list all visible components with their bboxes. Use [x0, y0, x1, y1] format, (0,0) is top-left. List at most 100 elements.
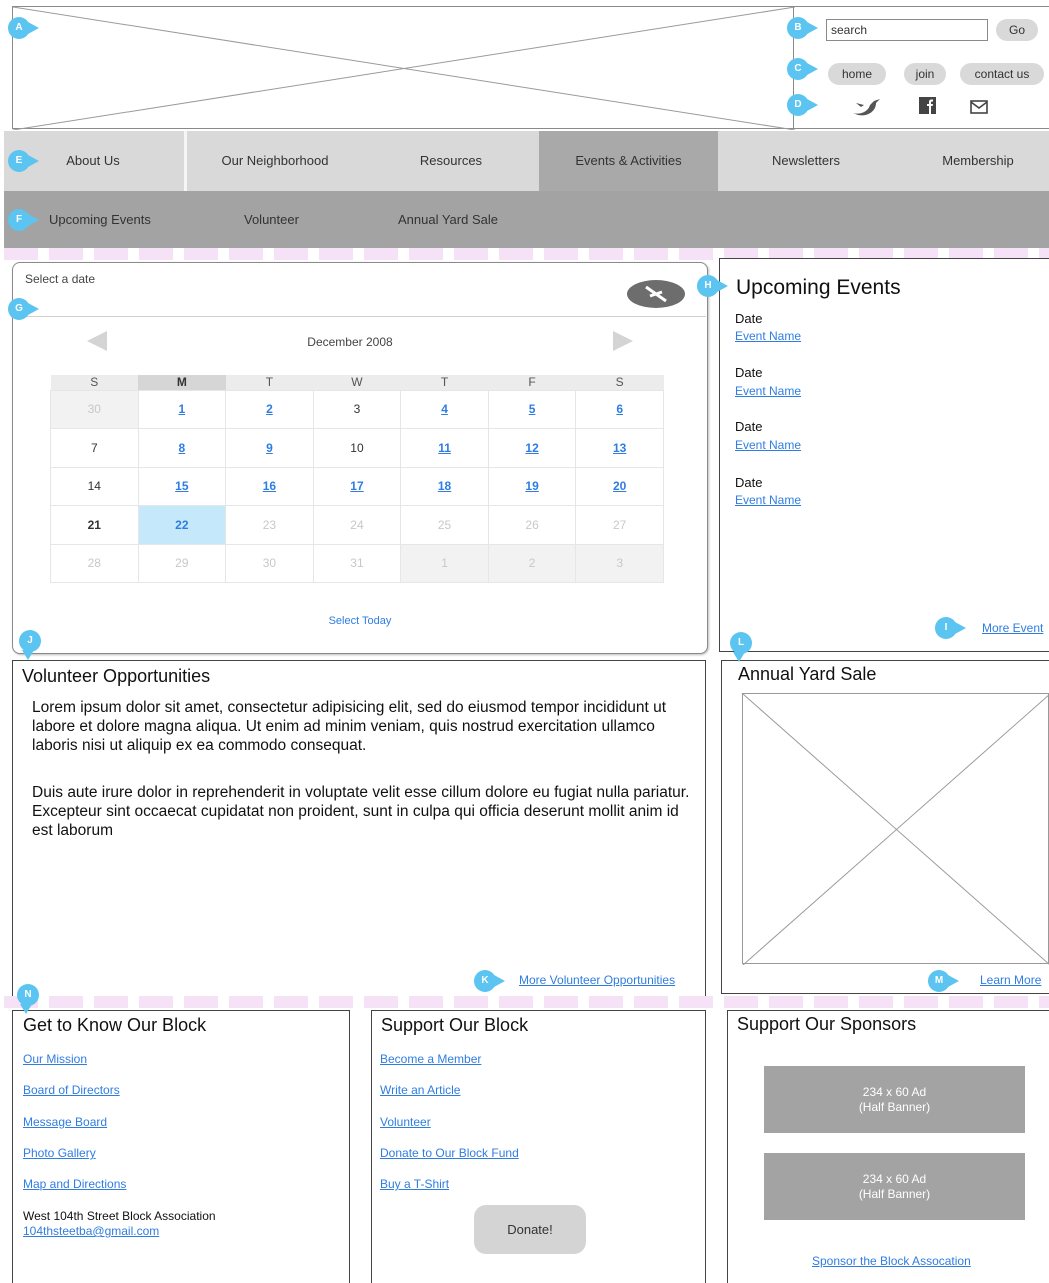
- volunteer-link[interactable]: Volunteer: [380, 1115, 431, 1129]
- contact-us-link[interactable]: contact us: [960, 63, 1044, 85]
- calendar-day[interactable]: 13: [575, 428, 664, 468]
- yard-sale-image-placeholder: [742, 693, 1049, 966]
- our-mission-link[interactable]: Our Mission: [23, 1052, 87, 1066]
- write-article-link[interactable]: Write an Article: [380, 1083, 460, 1097]
- nav-membership[interactable]: Membership: [894, 131, 1049, 191]
- buy-tshirt-link[interactable]: Buy a T-Shirt: [380, 1177, 449, 1191]
- calendar-day[interactable]: 6: [575, 389, 664, 429]
- map-directions-link[interactable]: Map and Directions: [23, 1177, 126, 1191]
- event-name-link[interactable]: Event Name: [735, 493, 801, 507]
- join-link[interactable]: join: [904, 63, 946, 85]
- calendar-day[interactable]: 5: [487, 389, 577, 429]
- calendar-day[interactable]: 20: [575, 466, 664, 506]
- annotation-marker-g: G: [8, 298, 39, 320]
- ad-banner[interactable]: 234 x 60 Ad (Half Banner): [764, 1066, 1025, 1133]
- weekday-mon: M: [138, 375, 226, 390]
- calendar-day[interactable]: 17: [312, 466, 402, 506]
- support-block-title: Support Our Block: [381, 1015, 529, 1035]
- calendar-day[interactable]: 7: [50, 428, 139, 468]
- prev-month-icon[interactable]: [86, 331, 108, 351]
- event-name-link[interactable]: Event Name: [735, 329, 801, 343]
- calendar-day[interactable]: 2: [487, 543, 577, 583]
- donate-fund-link[interactable]: Donate to Our Block Fund: [380, 1146, 519, 1160]
- sponsors-title: Support Our Sponsors: [737, 1014, 917, 1034]
- calendar-day[interactable]: 8: [137, 428, 227, 468]
- calendar-day[interactable]: 31: [312, 543, 402, 583]
- calendar-day[interactable]: 24: [312, 505, 402, 545]
- twitter-icon[interactable]: [852, 95, 882, 117]
- calendar-week: 7 8 9 10 11 12 13: [50, 428, 664, 468]
- org-email-link[interactable]: 104thsteetba@gmail.com: [23, 1224, 159, 1238]
- nav-our-neighborhood[interactable]: Our Neighborhood: [187, 131, 363, 191]
- events-title: Upcoming Events: [736, 276, 901, 299]
- more-volunteer-link[interactable]: More Volunteer Opportunities: [519, 973, 675, 987]
- weekday-sun: S: [50, 375, 139, 390]
- nav-newsletters[interactable]: Newsletters: [718, 131, 894, 191]
- calendar-day[interactable]: 21: [50, 505, 139, 545]
- calendar-day[interactable]: 10: [312, 428, 402, 468]
- calendar-day[interactable]: 15: [137, 466, 227, 506]
- calendar-day[interactable]: 4: [400, 389, 489, 429]
- ad-size-label: 234 x 60 Ad: [862, 1085, 927, 1099]
- weekday-fri: F: [488, 375, 576, 390]
- calendar-day[interactable]: 29: [137, 543, 227, 583]
- calendar-label: Select a date: [25, 272, 96, 286]
- calendar-day[interactable]: 30: [225, 543, 314, 583]
- calendar-day[interactable]: 3: [575, 543, 664, 583]
- event-name-link[interactable]: Event Name: [735, 384, 801, 398]
- go-button[interactable]: Go: [996, 19, 1038, 41]
- nav-events-activities[interactable]: Events & Activities: [539, 131, 718, 191]
- learn-more-link[interactable]: Learn More: [980, 973, 1041, 987]
- annotation-marker-b: B: [787, 17, 818, 39]
- photo-gallery-link[interactable]: Photo Gallery: [23, 1146, 96, 1160]
- calendar-day[interactable]: 16: [225, 466, 314, 506]
- calendar-day[interactable]: 25: [400, 505, 489, 545]
- org-name: West 104th Street Block Association: [23, 1209, 216, 1223]
- ad-type-label: (Half Banner): [858, 1187, 931, 1201]
- email-icon[interactable]: [970, 99, 988, 115]
- main-nav: About Us Our Neighborhood Resources Even…: [4, 131, 1049, 191]
- calendar-close-icon[interactable]: [626, 279, 686, 309]
- calendar-day[interactable]: 30: [50, 389, 139, 429]
- next-month-icon[interactable]: [612, 331, 634, 351]
- board-of-directors-link[interactable]: Board of Directors: [23, 1083, 120, 1097]
- event-name-link[interactable]: Event Name: [735, 438, 801, 452]
- calendar-day[interactable]: 12: [487, 428, 577, 468]
- home-link[interactable]: home: [828, 63, 886, 85]
- calendar-week: 14 15 16 17 18 19 20: [50, 466, 664, 506]
- calendar-day[interactable]: 9: [225, 428, 314, 468]
- sponsor-link[interactable]: Sponsor the Block Assocation: [812, 1254, 971, 1268]
- image-placeholder-icon: [742, 693, 1049, 966]
- weekday-tue: T: [225, 375, 314, 390]
- calendar-day[interactable]: 2: [225, 389, 314, 429]
- select-today-link[interactable]: Select Today: [310, 615, 410, 627]
- more-events-link[interactable]: More Event: [982, 621, 1043, 635]
- subnav-annual-yard-sale[interactable]: Annual Yard Sale: [398, 191, 498, 248]
- calendar-day[interactable]: 1: [137, 389, 227, 429]
- calendar-day[interactable]: 23: [225, 505, 314, 545]
- calendar-day[interactable]: 1: [400, 543, 489, 583]
- nav-resources[interactable]: Resources: [363, 131, 539, 191]
- calendar-day[interactable]: 26: [487, 505, 577, 545]
- facebook-icon[interactable]: [918, 96, 938, 116]
- ad-banner[interactable]: 234 x 60 Ad (Half Banner): [764, 1153, 1025, 1220]
- calendar-day[interactable]: 18: [400, 466, 489, 506]
- calendar-day-selected[interactable]: 22: [137, 505, 227, 545]
- calendar-day[interactable]: 28: [50, 543, 139, 583]
- weekday-row: S M T W T F S: [50, 375, 664, 390]
- calendar-day[interactable]: 3: [312, 389, 402, 429]
- calendar-divider: [14, 316, 706, 317]
- subnav-upcoming-events[interactable]: Upcoming Events: [49, 191, 151, 248]
- calendar-day[interactable]: 14: [50, 466, 139, 506]
- calendar-day[interactable]: 27: [575, 505, 664, 545]
- become-member-link[interactable]: Become a Member: [380, 1052, 481, 1066]
- search-input[interactable]: [826, 19, 988, 41]
- donate-button[interactable]: Donate!: [474, 1205, 586, 1254]
- calendar-day[interactable]: 11: [400, 428, 489, 468]
- logo-placeholder: [12, 6, 795, 130]
- sub-nav: Upcoming Events Volunteer Annual Yard Sa…: [4, 191, 1049, 248]
- weekday-wed: W: [313, 375, 401, 390]
- calendar-day[interactable]: 19: [487, 466, 577, 506]
- message-board-link[interactable]: Message Board: [23, 1115, 107, 1129]
- subnav-volunteer[interactable]: Volunteer: [244, 191, 299, 248]
